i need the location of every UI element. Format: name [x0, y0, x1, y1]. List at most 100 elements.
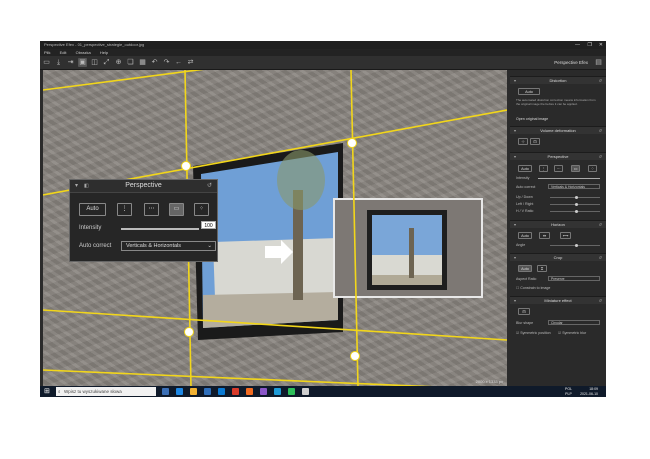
section-distortion-header[interactable]: ▾ Distortion ↺ [510, 76, 606, 84]
section-title: Perspective [547, 154, 569, 159]
redo-icon[interactable]: ↷ [162, 58, 171, 67]
leftright-label: Left / Right [516, 202, 534, 206]
mail-icon[interactable] [218, 388, 225, 395]
compare-view-icon[interactable]: ◫ [90, 58, 99, 67]
lang-bottom: PLP [565, 391, 572, 396]
leftright-knob[interactable] [575, 203, 578, 206]
compare-icon[interactable]: ⇄ [186, 58, 195, 67]
open-folder-icon[interactable]: ▭ [42, 58, 51, 67]
open-original-link[interactable]: Open original image [516, 117, 548, 121]
intensity-slider[interactable] [121, 228, 199, 230]
reset-icon[interactable]: ↺ [599, 221, 602, 228]
angle-knob[interactable] [575, 244, 578, 247]
angle-label: Angle [516, 243, 526, 247]
undo-icon[interactable]: ↶ [150, 58, 159, 67]
reset-icon[interactable]: ↺ [599, 153, 602, 160]
store-icon[interactable] [204, 388, 211, 395]
close-button[interactable]: ✕ [599, 41, 603, 49]
grid-icon[interactable]: ▦ [138, 58, 147, 67]
free-correct-icon[interactable]: ⁘ [194, 203, 209, 216]
layers-icon[interactable]: ❏ [126, 58, 135, 67]
aspect-ratio-select[interactable]: Preserve [548, 276, 600, 281]
vertical-correct-icon[interactable]: ⋮ [117, 203, 132, 216]
free-correct-icon[interactable]: ⁘ [588, 165, 597, 172]
intensity-label: Intensity [516, 176, 530, 180]
intensity-slider[interactable] [538, 178, 600, 179]
edge-icon[interactable] [176, 388, 183, 395]
horizon-auto-button[interactable]: Auto [518, 232, 532, 239]
rect-correct-icon[interactable]: ▭ [169, 203, 184, 216]
image-dimensions: 2000 x 1333 px [475, 379, 503, 384]
windows-start-icon[interactable]: ⊞ [44, 388, 51, 395]
menu-help[interactable]: Help [100, 50, 108, 55]
taskbar-search[interactable]: ⌕ Wpisz tu wyszukiwane słowa [56, 387, 156, 396]
menu-plik[interactable]: Plik [44, 50, 50, 55]
panel-toggle-icon[interactable]: ▤ [594, 58, 603, 67]
save-icon[interactable]: ⤓ [54, 58, 63, 67]
menu-edit[interactable]: Edit [60, 50, 67, 55]
file-explorer-icon[interactable] [190, 388, 197, 395]
autocorrect-label: Auto correct [79, 243, 112, 249]
export-icon[interactable]: ⇥ [66, 58, 75, 67]
app-icon-green[interactable] [288, 388, 295, 395]
reset-icon[interactable]: ↺ [599, 297, 602, 304]
overlay-auto-button[interactable]: Auto [79, 203, 106, 216]
section-miniature-header[interactable]: ▾ Miniature effect ↺ [510, 296, 606, 304]
section-volume-header[interactable]: ▾ Volume deformation ↺ [510, 126, 606, 134]
distortion-auto-button[interactable]: Auto [518, 88, 540, 95]
section-perspective-header[interactable]: ▾ Perspective ↺ [510, 152, 606, 160]
app-icon-red[interactable] [232, 388, 239, 395]
app-icon-blue[interactable] [274, 388, 281, 395]
section-title: Crop [553, 255, 563, 260]
symmetric-position-label: Symmetric position [520, 331, 551, 335]
reset-icon[interactable]: ↺ [599, 254, 602, 261]
firefox-icon[interactable] [246, 388, 253, 395]
task-view-icon[interactable] [162, 388, 169, 395]
volume-option-1[interactable]: ⊹ [518, 138, 528, 145]
search-icon: ⌕ [58, 389, 61, 394]
system-clock[interactable]: 18:09 2021-06-10 [580, 387, 598, 396]
horizontal-correct-icon[interactable]: ⋯ [554, 165, 563, 172]
overlay-header: ▾ ◧ Perspective ↺ [70, 180, 217, 193]
rect-correct-icon[interactable]: ▭ [571, 165, 580, 172]
section-crop-header[interactable]: ▾ Crop ↺ [510, 253, 606, 261]
autocorrect-label: Auto correct [516, 185, 536, 189]
horizon-level-icon[interactable]: ⇹ [539, 232, 550, 239]
vertical-correct-icon[interactable]: ⋮ [539, 165, 548, 172]
horizon-draw-icon[interactable]: ⟷ [560, 232, 571, 239]
menu-obrazka[interactable]: Obrazka [76, 50, 91, 55]
symmetric-blur-checkbox[interactable]: ☑ Symmetric blur [558, 331, 586, 335]
zoom-in-icon[interactable]: ⊕ [114, 58, 123, 67]
back-icon[interactable]: ← [174, 58, 183, 67]
crop-auto-button[interactable]: Auto [518, 265, 532, 272]
updown-knob[interactable] [575, 196, 578, 199]
hv-ratio-knob[interactable] [575, 210, 578, 213]
blur-shape-select[interactable]: Circular [548, 320, 600, 325]
toolbar: ▭ ⤓ ⇥ ▣ ◫ ⤢ ⊕ ❏ ▦ ↶ ↷ ← ⇄ Perspective Ef… [40, 56, 606, 70]
constrain-checkbox[interactable]: ☐ Constrain to image [516, 286, 550, 290]
perspective-auto-button[interactable]: Auto [518, 165, 532, 172]
intensity-value[interactable]: 100 [201, 221, 216, 229]
app-icon-purple[interactable] [260, 388, 267, 395]
reset-icon[interactable]: ↺ [599, 77, 602, 84]
distortion-info-text: The automated distortion correction mean… [516, 98, 596, 106]
reset-icon[interactable]: ↺ [207, 182, 212, 189]
language-indicator[interactable]: POL PLP [565, 387, 572, 396]
autocorrect-select[interactable]: Verticals & Horizontals ⌄ [121, 241, 216, 251]
fit-icon[interactable]: ⤢ [102, 58, 111, 67]
clock-date: 2021-06-10 [580, 391, 598, 396]
miniature-tool-icon[interactable]: ⊟ [518, 308, 530, 315]
aspect-ratio-label: Aspect Ratio [516, 277, 537, 281]
single-view-icon[interactable]: ▣ [78, 58, 87, 67]
horizontal-correct-icon[interactable]: ⋯ [144, 203, 159, 216]
section-horizon-header[interactable]: ▾ Horizon ↺ [510, 220, 606, 228]
reset-icon[interactable]: ↺ [599, 127, 602, 134]
volume-option-2[interactable]: ⊡ [530, 138, 540, 145]
window-title: Perspective Efex - 01_perspective_strate… [44, 42, 145, 47]
autocorrect-select[interactable]: Verticals & Horizontals [548, 184, 600, 189]
minimize-button[interactable]: — [575, 41, 580, 49]
symmetric-position-checkbox[interactable]: ☑ Symmetric position [516, 331, 551, 335]
maximize-button[interactable]: ❐ [588, 41, 592, 49]
crop-tool-icon[interactable]: ⌗ [537, 265, 547, 272]
perspective-efex-taskbar-icon[interactable] [302, 388, 309, 395]
